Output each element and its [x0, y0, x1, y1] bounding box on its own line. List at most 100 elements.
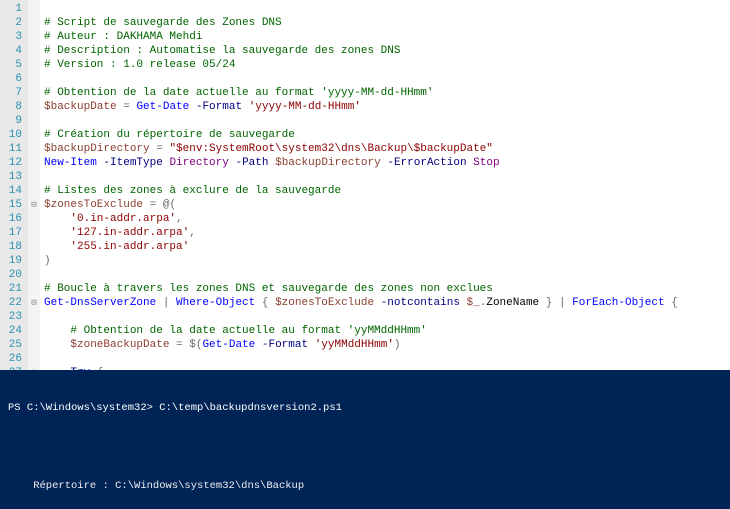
fold-spacer: [28, 352, 40, 366]
token: -Format: [262, 339, 308, 351]
fold-toggle-icon[interactable]: ⊟: [28, 198, 40, 212]
line-number: 16: [2, 212, 22, 226]
token: New-Item: [44, 157, 97, 169]
token: =: [143, 199, 163, 211]
code-line[interactable]: # Script de sauvegarde des Zones DNS: [44, 16, 726, 30]
code-line[interactable]: [44, 310, 726, 324]
line-number: 10: [2, 128, 22, 142]
token: $zonesToExclude: [275, 297, 374, 309]
code-line[interactable]: '127.in-addr.arpa',: [44, 226, 726, 240]
code-line[interactable]: [44, 114, 726, 128]
code-line[interactable]: Try {: [44, 366, 726, 370]
fold-spacer: [28, 212, 40, 226]
token: [44, 213, 70, 225]
fold-spacer: [28, 86, 40, 100]
token: [44, 367, 70, 370]
code-line[interactable]: [44, 268, 726, 282]
fold-spacer: [28, 156, 40, 170]
fold-spacer: [28, 268, 40, 282]
token-comment: # Script de sauvegarde des Zones DNS: [44, 17, 282, 29]
line-number: 6: [2, 72, 22, 86]
code-line[interactable]: $backupDirectory = "$env:SystemRoot\syst…: [44, 142, 726, 156]
code-line[interactable]: # Boucle à travers les zones DNS et sauv…: [44, 282, 726, 296]
token: Stop: [473, 157, 499, 169]
fold-toggle-icon[interactable]: ⊟: [28, 366, 40, 370]
code-line[interactable]: [44, 2, 726, 16]
line-number: 26: [2, 352, 22, 366]
token: [44, 339, 70, 351]
token: $backupDirectory: [44, 143, 150, 155]
token: ): [44, 255, 51, 267]
code-line[interactable]: [44, 170, 726, 184]
token: 'yyMMddHHmm': [315, 339, 394, 351]
line-number: 13: [2, 170, 22, 184]
line-number: 20: [2, 268, 22, 282]
code-line[interactable]: Get-DnsServerZone | Where-Object { $zone…: [44, 296, 726, 310]
console-dir-header: Répertoire : C:\Windows\system32\dns\Bac…: [8, 480, 722, 493]
code-line[interactable]: New-Item -ItemType Directory -Path $back…: [44, 156, 726, 170]
fold-spacer: [28, 254, 40, 268]
token-comment: # Boucle à travers les zones DNS et sauv…: [44, 283, 493, 295]
code-line[interactable]: $zoneBackupDate = $(Get-Date -Format 'yy…: [44, 338, 726, 352]
fold-toggle-icon[interactable]: ⊟: [28, 296, 40, 310]
token: ): [394, 339, 401, 351]
token: Directory: [169, 157, 228, 169]
token: $backupDate: [44, 101, 117, 113]
code-line[interactable]: $backupDate = Get-Date -Format 'yyyy-MM-…: [44, 100, 726, 114]
fold-spacer: [28, 338, 40, 352]
fold-spacer: [28, 240, 40, 254]
token: [255, 339, 262, 351]
token: [255, 297, 262, 309]
token-comment: # Listes des zones à exclure de la sauve…: [44, 185, 341, 197]
fold-column[interactable]: ⊟⊟⊟⊟: [28, 0, 40, 370]
line-number: 2: [2, 16, 22, 30]
code-line[interactable]: # Obtention de la date actuelle au forma…: [44, 324, 726, 338]
powershell-console[interactable]: PS C:\Windows\system32> C:\temp\backupdn…: [0, 370, 730, 509]
token: ZoneName: [486, 297, 539, 309]
token: $_: [467, 297, 480, 309]
token: = $(: [169, 339, 202, 351]
token-comment: # Version : 1.0 release 05/24: [44, 59, 235, 71]
token-comment: # Auteur : DAKHAMA Mehdi: [44, 31, 202, 43]
fold-spacer: [28, 128, 40, 142]
code-line[interactable]: [44, 72, 726, 86]
fold-spacer: [28, 16, 40, 30]
token: # Obtention de la date actuelle au forma…: [70, 325, 426, 337]
code-line[interactable]: ): [44, 254, 726, 268]
token: $zoneBackupDate: [70, 339, 169, 351]
code-line[interactable]: '0.in-addr.arpa',: [44, 212, 726, 226]
token: '255.in-addr.arpa': [70, 241, 189, 253]
token: [44, 241, 70, 253]
line-number: 4: [2, 44, 22, 58]
token: '127.in-addr.arpa': [70, 227, 189, 239]
token: Get-Date: [136, 101, 189, 113]
code-line[interactable]: [44, 352, 726, 366]
code-line[interactable]: # Obtention de la date actuelle au forma…: [44, 86, 726, 100]
console-blank: [8, 441, 722, 454]
token: Where-Object: [176, 297, 255, 309]
token: [242, 101, 249, 113]
line-number: 23: [2, 310, 22, 324]
code-line[interactable]: # Listes des zones à exclure de la sauve…: [44, 184, 726, 198]
code-line[interactable]: $zonesToExclude = @(: [44, 198, 726, 212]
line-number: 27: [2, 366, 22, 370]
fold-spacer: [28, 310, 40, 324]
fold-spacer: [28, 114, 40, 128]
fold-spacer: [28, 142, 40, 156]
token: =: [117, 101, 137, 113]
token: ,: [189, 227, 196, 239]
line-number-gutter: 1234567891011121314151617181920212223242…: [0, 0, 28, 370]
token: [308, 339, 315, 351]
token: {: [671, 297, 678, 309]
code-line[interactable]: # Auteur : DAKHAMA Mehdi: [44, 30, 726, 44]
code-line[interactable]: # Version : 1.0 release 05/24: [44, 58, 726, 72]
token: Get-Date: [202, 339, 255, 351]
token: ForEach-Object: [572, 297, 664, 309]
code-line[interactable]: '255.in-addr.arpa': [44, 240, 726, 254]
code-editor[interactable]: 1234567891011121314151617181920212223242…: [0, 0, 730, 370]
fold-spacer: [28, 58, 40, 72]
code-line[interactable]: # Création du répertoire de sauvegarde: [44, 128, 726, 142]
code-area[interactable]: # Script de sauvegarde des Zones DNS # Au…: [40, 0, 730, 370]
code-line[interactable]: # Description : Automatise la sauvegarde…: [44, 44, 726, 58]
fold-spacer: [28, 184, 40, 198]
